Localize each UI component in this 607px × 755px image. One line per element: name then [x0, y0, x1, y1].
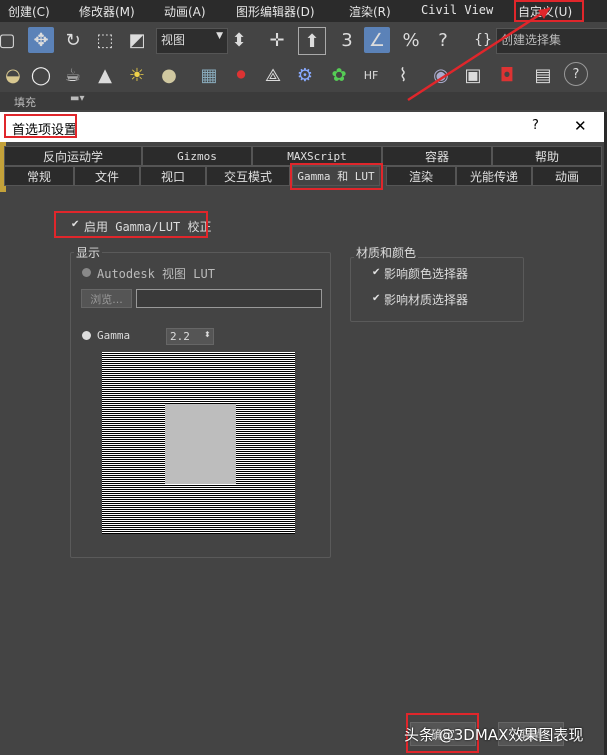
- plant-icon[interactable]: ✿: [326, 62, 352, 88]
- gamma-grey-swatch: [165, 404, 236, 484]
- tab-gizmos[interactable]: Gizmos: [142, 146, 252, 166]
- teapot-icon[interactable]: ☕: [60, 62, 86, 88]
- menu-modifiers[interactable]: 修改器(M): [79, 3, 135, 20]
- highlight-enable-gamma: [54, 211, 208, 238]
- browse-button[interactable]: 浏览...: [81, 289, 132, 308]
- view-dropdown-label: 视图: [161, 33, 186, 47]
- affect-material-picker-checkbox[interactable]: ✔: [372, 294, 382, 304]
- affect-color-picker-label: 影响颜色选择器: [384, 267, 469, 281]
- tab-containers[interactable]: 容器: [382, 146, 492, 166]
- select-manipulate-icon[interactable]: ✛: [264, 27, 290, 53]
- tab-ik[interactable]: 反向运动学: [4, 146, 142, 166]
- gamma-radio[interactable]: [82, 331, 91, 340]
- dialog-titlebar: 首选项设置 ? ✕: [0, 112, 607, 142]
- help-icon[interactable]: ?: [564, 62, 588, 86]
- move-icon[interactable]: ✥: [28, 27, 54, 53]
- tab-general[interactable]: 常规: [4, 166, 74, 186]
- tab-radiosity[interactable]: 光能传递: [456, 166, 532, 186]
- tab-files[interactable]: 文件: [74, 166, 140, 186]
- angle-snap-icon[interactable]: ∠: [364, 27, 390, 53]
- menu-animation[interactable]: 动画(A): [164, 3, 206, 20]
- spinner-arrows-icon[interactable]: ⬍: [204, 330, 211, 339]
- tab-help[interactable]: 帮助: [492, 146, 602, 166]
- affect-material-picker-label: 影响材质选择器: [384, 293, 469, 307]
- view-dropdown[interactable]: 视图 ▼: [156, 28, 228, 54]
- ribbon-fill-label: 填充: [14, 96, 36, 109]
- annotation-arrow: [407, 6, 551, 102]
- close-button[interactable]: ✕: [574, 117, 587, 135]
- menu-graph-editors[interactable]: 图形编辑器(D): [236, 3, 315, 20]
- menu-create[interactable]: 创建(C): [8, 3, 50, 20]
- help-button[interactable]: ?: [532, 118, 539, 133]
- autodesk-lut-label: Autodesk 视图 LUT: [97, 267, 215, 281]
- lut-path-input[interactable]: [136, 289, 322, 308]
- mesh-icon[interactable]: ▦: [196, 62, 222, 88]
- menu-rendering[interactable]: 渲染(R): [349, 3, 391, 20]
- ribbon-toggle-icon[interactable]: ▬▾: [70, 93, 84, 104]
- select-icon[interactable]: ▢: [0, 27, 16, 53]
- chevron-down-icon: ▼: [216, 31, 223, 41]
- highlight-gamma-tab: [290, 163, 383, 190]
- sphere-icon[interactable]: ◯: [28, 62, 54, 88]
- autodesk-lut-radio[interactable]: [82, 268, 91, 277]
- light-icon[interactable]: ●: [156, 62, 182, 88]
- cone-icon[interactable]: ▲: [92, 62, 118, 88]
- tab-animation[interactable]: 动画: [532, 166, 602, 186]
- gamma-spinner[interactable]: 2.2 ⬍: [166, 328, 214, 345]
- hemisphere-icon[interactable]: ◒: [0, 62, 26, 88]
- tab-interaction-mode[interactable]: 交互模式: [206, 166, 290, 186]
- keyboard-shortcut-icon[interactable]: ⬆: [298, 27, 326, 55]
- materials-group-title: 材质和颜色: [354, 244, 419, 261]
- watermark: 头条 @3DMAX效果图表现: [404, 726, 584, 744]
- affect-color-picker-checkbox[interactable]: ✔: [372, 268, 382, 278]
- bone-icon[interactable]: ⚫: [228, 62, 254, 88]
- gamma-value: 2.2: [170, 330, 190, 343]
- scale-icon[interactable]: ⬚: [92, 27, 118, 53]
- gear-icon[interactable]: ⚙: [292, 62, 318, 88]
- hair-icon[interactable]: HF: [358, 62, 384, 88]
- gamma-label: Gamma: [97, 329, 131, 342]
- rotate-icon[interactable]: ↻: [60, 27, 86, 53]
- snap-3d-icon[interactable]: 3: [334, 27, 360, 53]
- select-scale-icon[interactable]: ◩: [124, 27, 150, 53]
- tab-viewports[interactable]: 视口: [140, 166, 206, 186]
- highlight-title: [4, 114, 77, 138]
- pyramid-icon[interactable]: ⟁: [260, 62, 286, 88]
- tab-rendering[interactable]: 渲染: [386, 166, 456, 186]
- pivot-icon[interactable]: ⬍: [226, 27, 252, 53]
- sun-icon[interactable]: ☀: [124, 62, 150, 88]
- display-group-title: 显示: [74, 244, 103, 261]
